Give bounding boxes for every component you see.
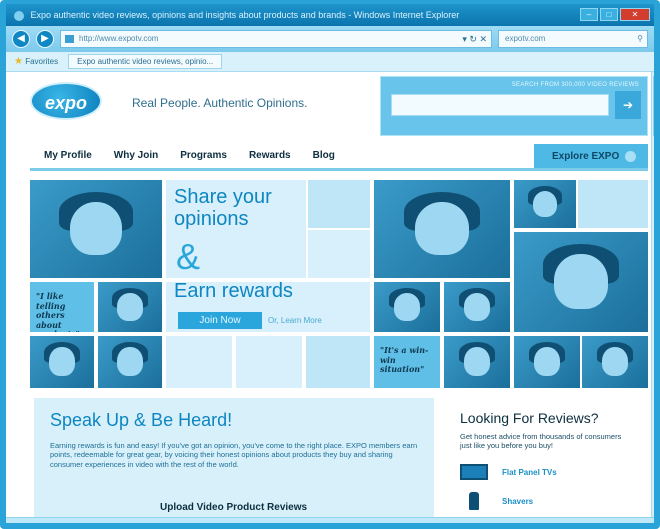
shaver-icon <box>469 492 479 510</box>
hero-line-2: opinions <box>174 208 249 231</box>
status-bar <box>6 517 654 523</box>
star-icon: ★ <box>14 56 23 67</box>
photo-tile <box>374 282 440 332</box>
search-icon[interactable]: ⚲ <box>637 31 643 47</box>
forward-button[interactable]: ▶ <box>36 30 54 48</box>
category-label: Flat Panel TVs <box>502 467 557 477</box>
browser-window: Expo authentic video reviews, opinions a… <box>0 0 660 529</box>
window-title: Expo authentic video reviews, opinions a… <box>30 10 460 20</box>
tv-icon <box>460 464 488 480</box>
arrow-icon <box>625 150 637 162</box>
scroll-thumb[interactable] <box>653 76 654 136</box>
nav-why-join[interactable]: Why Join <box>103 148 169 164</box>
quote-tile: "I like telling others about products" <box>30 282 94 332</box>
window-controls: – □ ✕ <box>580 8 650 21</box>
photo-tile <box>308 180 370 228</box>
minimize-button[interactable]: – <box>580 8 598 21</box>
favorites-button[interactable]: ★ Favorites <box>14 56 58 67</box>
address-text: http://www.expotv.com <box>79 34 159 43</box>
photo-tile <box>514 180 576 228</box>
category-shavers[interactable]: Shavers <box>460 492 533 510</box>
photo-tile <box>30 180 162 278</box>
speak-up-title: Speak Up & Be Heard! <box>50 410 233 430</box>
photo-tile <box>514 336 580 388</box>
page-icon <box>65 35 74 43</box>
ampersand: & <box>176 236 201 277</box>
ie-icon <box>14 10 24 21</box>
upload-reviews-link[interactable]: Upload Video Product Reviews <box>160 502 307 513</box>
explore-label: Explore EXPO <box>552 151 620 162</box>
vertical-scrollbar[interactable] <box>651 72 654 517</box>
nav-my-profile[interactable]: My Profile <box>34 148 103 164</box>
photo-tile <box>444 282 510 332</box>
search-label: SEARCH FROM 300,000 VIDEO REVIEWS <box>511 82 639 88</box>
close-button[interactable]: ✕ <box>620 8 650 21</box>
category-label: Shavers <box>502 496 534 506</box>
nav-programs[interactable]: Programs <box>169 148 238 164</box>
photo-tile <box>236 336 302 388</box>
hero-collage: "I like telling others about products" "… <box>30 180 648 388</box>
photo-tile <box>306 336 370 388</box>
review-search-input[interactable] <box>391 94 609 116</box>
nav-divider <box>30 168 648 171</box>
join-now-button[interactable]: Join Now <box>178 312 262 329</box>
photo-tile <box>98 336 162 388</box>
back-button[interactable]: ◀ <box>12 30 30 48</box>
browser-tab[interactable]: Expo authentic video reviews, opinio... <box>68 54 223 69</box>
tagline: Real People. Authentic Opinions. <box>132 96 308 110</box>
photo-tile <box>374 180 510 278</box>
browser-search-text: expotv.com <box>505 34 546 43</box>
photo-tile <box>444 336 510 388</box>
nav-rewards[interactable]: Rewards <box>238 148 302 164</box>
hero-line-1: Share your <box>174 186 272 208</box>
address-tools[interactable]: ▾ ↻ ✕ <box>462 31 487 47</box>
explore-expo-button[interactable]: Explore EXPO <box>534 144 648 170</box>
speak-up-panel: Speak Up & Be Heard! Earning rewards is … <box>34 398 434 517</box>
photo-tile <box>578 180 648 228</box>
category-flat-panel-tvs[interactable]: Flat Panel TVs <box>460 464 557 480</box>
speak-up-text: Earning rewards is fun and easy! If you'… <box>50 441 418 469</box>
learn-more-link[interactable]: Or, Learn More <box>268 316 322 325</box>
photo-tile <box>98 282 162 332</box>
title-bar: Expo authentic video reviews, opinions a… <box>6 4 654 26</box>
hero-title: Share your opinions <box>174 186 272 231</box>
navigation-bar: ◀ ▶ http://www.expotv.com ▾ ↻ ✕ expotv.c… <box>6 26 654 52</box>
favorites-label: Favorites <box>25 57 59 66</box>
photo-tile <box>30 336 94 388</box>
photo-tile <box>582 336 648 388</box>
site-nav: My Profile Why Join Programs Rewards Blo… <box>34 148 346 164</box>
quote-tile: "It's a win-win situation" <box>374 336 440 388</box>
search-go-button[interactable]: ➔ <box>615 91 641 119</box>
hero-line-3: Earn rewards <box>174 280 293 302</box>
nav-blog[interactable]: Blog <box>302 148 346 164</box>
expo-logo[interactable]: expo <box>30 82 102 120</box>
web-page: expo Real People. Authentic Opinions. SE… <box>6 72 654 517</box>
reviews-text: Get honest advice from thousands of cons… <box>460 432 622 451</box>
photo-tile <box>514 232 648 332</box>
address-bar[interactable]: http://www.expotv.com ▾ ↻ ✕ <box>60 30 492 48</box>
photo-tile <box>166 336 232 388</box>
maximize-button[interactable]: □ <box>600 8 618 21</box>
reviews-panel: Looking For Reviews? Get honest advice f… <box>446 398 648 517</box>
review-search-panel: SEARCH FROM 300,000 VIDEO REVIEWS ➔ <box>380 76 648 136</box>
reviews-title: Looking For Reviews? <box>460 410 599 426</box>
photo-tile <box>308 230 370 278</box>
browser-search-box[interactable]: expotv.com ⚲ <box>498 30 648 48</box>
favorites-bar: ★ Favorites Expo authentic video reviews… <box>6 52 654 72</box>
